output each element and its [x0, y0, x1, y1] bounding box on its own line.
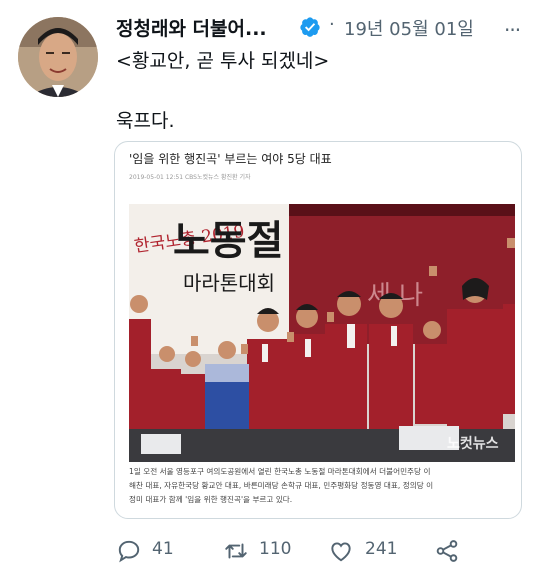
avatar[interactable]: [18, 17, 98, 97]
photo-text-big: 노동절: [173, 217, 283, 264]
like-button[interactable]: 241: [328, 534, 418, 564]
reply-icon: [118, 540, 140, 563]
retweet-count: 110: [259, 539, 292, 559]
photo-watermark: 노컷뉴스: [447, 435, 499, 452]
caption-line: 1일 오전 서울 영등포구 여의도공원에서 열린 한국노총 노동절 마라톤대회에…: [129, 467, 431, 476]
caption-line: 정미 대표가 함께 '임을 위한 행진곡'을 부르고 있다.: [129, 495, 293, 504]
author-name[interactable]: 정청래와 더불어...: [116, 14, 267, 41]
article-photo: 한국노총 2019 노동절 마라톤대회 세 나 노컷뉴스: [129, 204, 515, 462]
photo-text-sub: 마라톤대회: [183, 271, 275, 295]
article-headline: '임을 위한 행진곡' 부르는 여야 5당 대표: [129, 152, 332, 166]
verified-badge-icon: [300, 17, 320, 37]
tweet-media-card[interactable]: '임을 위한 행진곡' 부르는 여야 5당 대표 2019-05-01 12:5…: [114, 141, 522, 519]
retweet-button[interactable]: 110: [222, 534, 312, 564]
tweet-actions: 41 110 241: [0, 530, 540, 570]
more-icon[interactable]: ...: [504, 12, 521, 36]
share-button[interactable]: [434, 534, 464, 564]
like-count: 241: [365, 539, 398, 559]
reply-count: 41: [152, 539, 174, 559]
share-icon: [436, 540, 458, 562]
tweet-date[interactable]: 19년 05월 01일: [344, 15, 474, 41]
article-caption: 1일 오전 서울 영등포구 여의도공원에서 열린 한국노총 노동절 마라톤대회에…: [129, 465, 509, 507]
article-byline: 2019-05-01 12:51 CBS노컷뉴스 황진환 기자: [129, 174, 251, 181]
reply-button[interactable]: 41: [116, 534, 196, 564]
like-icon: [331, 542, 351, 562]
tweet-header: 정청래와 더불어... · 19년 05월 01일 ...: [116, 12, 526, 42]
avatar-photo: [18, 17, 98, 97]
tweet-text-line: <황교안, 곧 투사 되겠네>: [116, 50, 330, 72]
tweet-text-line: 욱프다.: [116, 110, 175, 132]
retweet-icon: [225, 543, 247, 559]
caption-line: 해찬 대표, 자유한국당 황교안 대표, 바른미래당 손학규 대표, 민주평화당…: [129, 481, 434, 490]
separator-dot: ·: [329, 14, 335, 35]
